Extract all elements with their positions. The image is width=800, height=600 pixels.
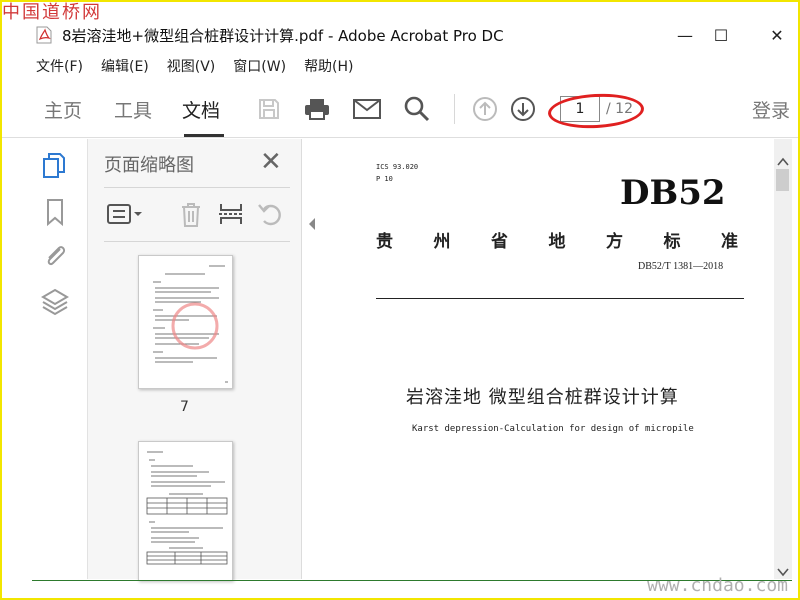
document-scrollbar[interactable] bbox=[774, 139, 792, 579]
save-icon[interactable] bbox=[254, 94, 284, 124]
thumbnails-panel: 页面缩略图 ✕ 7 bbox=[88, 139, 381, 581]
options-menu-icon[interactable] bbox=[106, 199, 142, 229]
p-line: P 10 bbox=[376, 175, 393, 183]
login-button[interactable]: 登录 bbox=[752, 96, 790, 123]
std-char: 准 bbox=[721, 232, 738, 252]
document-title-en: Karst depression-Calculation for design … bbox=[412, 424, 694, 434]
standard-code-big: DB52 bbox=[620, 173, 726, 213]
std-char: 地 bbox=[548, 232, 566, 252]
ics-line: ICS 93.020 bbox=[376, 163, 419, 171]
tab-home[interactable]: 主页 bbox=[44, 96, 82, 123]
tab-document[interactable]: 文档 bbox=[182, 96, 220, 123]
std-char: 贵 bbox=[376, 232, 393, 252]
delete-icon[interactable] bbox=[176, 199, 210, 229]
bookmarks-icon[interactable] bbox=[40, 197, 70, 227]
acrobat-window: 8岩溶洼地+微型组合桩群设计计算.pdf - Adobe Acrobat Pro… bbox=[2, 2, 798, 598]
insert-page-icon[interactable] bbox=[216, 199, 250, 229]
ics-code: ICS 93.020 P 10 bbox=[376, 161, 418, 185]
maximize-button[interactable]: ☐ bbox=[698, 20, 744, 50]
standard-type: 贵 州 省 地 方 标 准 bbox=[376, 227, 738, 252]
attachments-icon[interactable] bbox=[40, 241, 70, 271]
close-icon: ✕ bbox=[770, 25, 784, 45]
std-char: 州 bbox=[433, 232, 451, 252]
toolbar: 主页 工具 文档 1 / 12 登录 bbox=[2, 82, 798, 138]
std-char: 省 bbox=[491, 232, 508, 252]
navigation-rail bbox=[2, 139, 88, 579]
rotate-icon[interactable] bbox=[256, 199, 290, 229]
layers-icon[interactable] bbox=[40, 287, 70, 317]
menu-bar: 文件(F) 编辑(E) 视图(V) 窗口(W) 帮助(H) bbox=[2, 54, 798, 78]
page-up-icon[interactable] bbox=[470, 94, 500, 124]
menu-help[interactable]: 帮助(H) bbox=[304, 56, 353, 76]
tab-tools[interactable]: 工具 bbox=[114, 96, 152, 123]
document-page: ICS 93.020 P 10 DB52 贵 州 省 地 方 标 准 DB52/… bbox=[322, 139, 778, 579]
minimize-icon: — bbox=[677, 25, 693, 45]
toolbar-separator bbox=[454, 94, 455, 124]
std-char: 方 bbox=[606, 232, 623, 252]
watermark-logo-text: 中国道桥网 bbox=[2, 2, 102, 23]
page-down-icon[interactable] bbox=[508, 94, 538, 124]
menu-edit[interactable]: 编辑(E) bbox=[101, 56, 149, 76]
pdf-file-icon bbox=[36, 26, 52, 44]
menu-file[interactable]: 文件(F) bbox=[36, 56, 83, 76]
page-thumbnail-7[interactable] bbox=[138, 255, 233, 389]
panel-title: 页面缩略图 bbox=[104, 155, 194, 176]
watermark-url: www.cndao.com bbox=[647, 575, 788, 596]
active-tab-indicator bbox=[184, 134, 224, 137]
close-window-button[interactable]: ✕ bbox=[754, 20, 798, 50]
thumbnail-page-label: 7 bbox=[180, 399, 189, 415]
menu-view[interactable]: 视图(V) bbox=[167, 56, 216, 76]
document-title-cn: 岩溶洼地 微型组合桩群设计计算 bbox=[406, 387, 679, 408]
panel-close-button[interactable]: ✕ bbox=[260, 147, 282, 177]
std-char: 标 bbox=[663, 232, 681, 252]
email-icon[interactable] bbox=[352, 94, 382, 124]
header-rule bbox=[376, 298, 744, 299]
title-bar: 8岩溶洼地+微型组合桩群设计计算.pdf - Adobe Acrobat Pro… bbox=[2, 20, 798, 50]
print-icon[interactable] bbox=[302, 94, 332, 124]
page-thumbnails-icon[interactable] bbox=[40, 151, 70, 181]
maximize-icon: ☐ bbox=[713, 25, 729, 45]
panel-divider bbox=[104, 187, 290, 188]
page-thumbnail-8[interactable] bbox=[138, 441, 233, 581]
collapse-panel-icon[interactable] bbox=[306, 216, 318, 232]
standard-number: DB52/T 1381—2018 bbox=[638, 261, 724, 272]
search-icon[interactable] bbox=[402, 94, 432, 124]
window-title: 8岩溶洼地+微型组合桩群设计计算.pdf - Adobe Acrobat Pro… bbox=[62, 26, 504, 45]
menu-window[interactable]: 窗口(W) bbox=[233, 56, 286, 76]
panel-divider bbox=[104, 241, 290, 242]
